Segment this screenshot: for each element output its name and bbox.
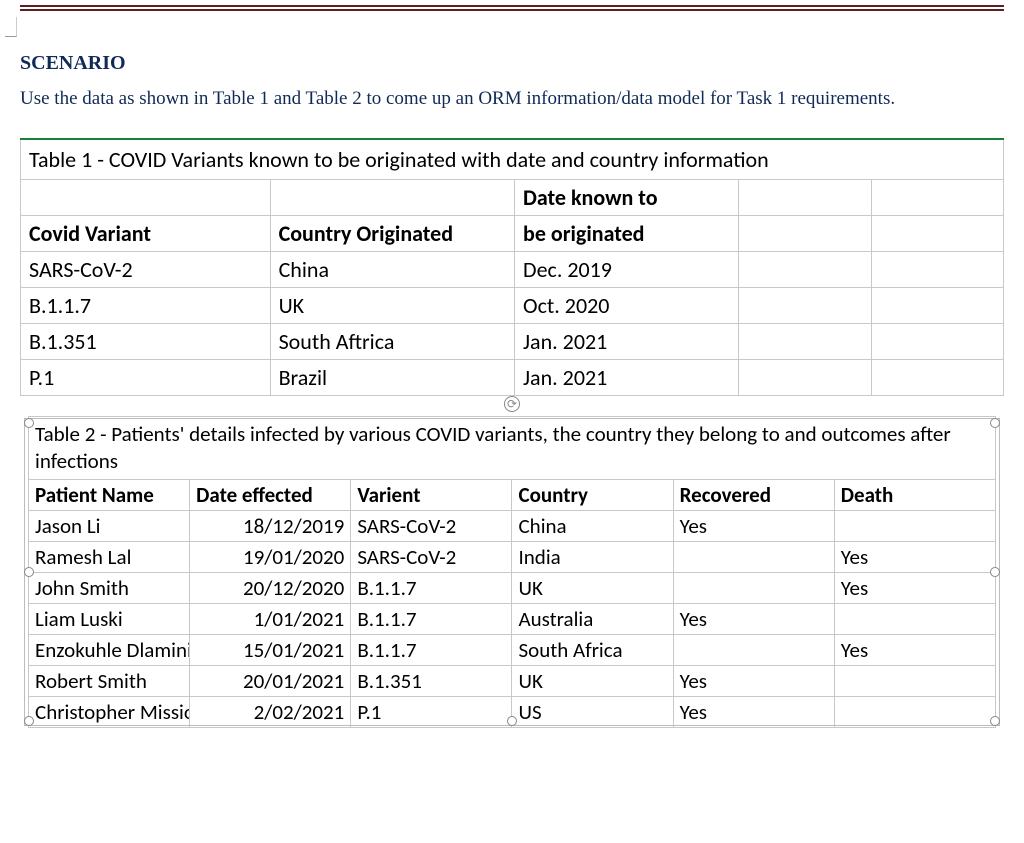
table1-header-blank4 bbox=[739, 179, 871, 215]
cell-date: 2/02/2021 bbox=[190, 697, 351, 728]
table-row: Ramesh Lal 19/01/2020 SARS-CoV-2 India Y… bbox=[29, 542, 996, 573]
table2-header-row: Patient Name Date effected Varient Count… bbox=[29, 480, 996, 511]
table2-header-name: Patient Name bbox=[29, 480, 190, 511]
table1-header-row1: Date known to bbox=[21, 179, 1004, 215]
cell-country: South Africa bbox=[512, 635, 673, 666]
cell-name: Enzokuhle Dlamini bbox=[29, 635, 190, 666]
table-row: P.1 Brazil Jan. 2021 bbox=[21, 359, 1004, 395]
cell-variant: B.1.1.7 bbox=[21, 287, 271, 323]
table-row: Jason Li 18/12/2019 SARS-CoV-2 China Yes bbox=[29, 511, 996, 542]
cell-date: 19/01/2020 bbox=[190, 542, 351, 573]
text-cursor-mark bbox=[5, 17, 17, 37]
table-row: Christopher Mission 2/02/2021 P.1 US Yes bbox=[29, 697, 996, 728]
cell-date: 15/01/2021 bbox=[190, 635, 351, 666]
table1-header-country-blank bbox=[270, 179, 514, 215]
cell-country: US bbox=[512, 697, 673, 728]
cell-death: Yes bbox=[834, 542, 995, 573]
header-rule bbox=[20, 5, 1004, 11]
cell-variant: B.1.1.7 bbox=[351, 604, 512, 635]
cell-country: India bbox=[512, 542, 673, 573]
cell-name: Christopher Mission bbox=[29, 697, 190, 728]
cell-country: UK bbox=[512, 666, 673, 697]
table1-header-variant-blank bbox=[21, 179, 271, 215]
cell-recovered: Yes bbox=[673, 697, 834, 728]
cell-death bbox=[834, 697, 995, 728]
table1-header-date-line2: be originated bbox=[515, 215, 739, 251]
scenario-heading: SCENARIO bbox=[20, 52, 1004, 75]
scenario-intro: Use the data as shown in Table 1 and Tab… bbox=[20, 85, 1004, 113]
cell-death bbox=[834, 666, 995, 697]
table1-title-row: Table 1 - COVID Variants known to be ori… bbox=[21, 139, 1004, 180]
cell-country: UK bbox=[270, 287, 514, 323]
cell-death: Yes bbox=[834, 573, 995, 604]
cell-country: South Aftrica bbox=[270, 323, 514, 359]
table1: Table 1 - COVID Variants known to be ori… bbox=[20, 138, 1004, 396]
table1-header-blank5b bbox=[871, 215, 1003, 251]
table-row: John Smith 20/12/2020 B.1.1.7 UK Yes bbox=[29, 573, 996, 604]
cell-country: Brazil bbox=[270, 359, 514, 395]
document-body: SCENARIO Use the data as shown in Table … bbox=[0, 42, 1024, 758]
table1-header-blank4b bbox=[739, 215, 871, 251]
cell-recovered bbox=[673, 542, 834, 573]
table2-header-variant: Varient bbox=[351, 480, 512, 511]
cell-recovered: Yes bbox=[673, 604, 834, 635]
table2-title-row: Table 2 - Patients' details infected by … bbox=[29, 416, 996, 480]
cell-recovered bbox=[673, 573, 834, 604]
cell-death bbox=[834, 511, 995, 542]
cell-recovered: Yes bbox=[673, 511, 834, 542]
cell-recovered: Yes bbox=[673, 666, 834, 697]
table2-header-date: Date effected bbox=[190, 480, 351, 511]
cell-variant: B.1.1.7 bbox=[351, 573, 512, 604]
table-row: B.1.351 South Aftrica Jan. 2021 bbox=[21, 323, 1004, 359]
cell-name: John Smith bbox=[29, 573, 190, 604]
cell-variant: B.1.1.7 bbox=[351, 635, 512, 666]
table2-header-death: Death bbox=[834, 480, 995, 511]
table2: Table 2 - Patients' details infected by … bbox=[28, 416, 996, 729]
table-row: SARS-CoV-2 China Dec. 2019 bbox=[21, 251, 1004, 287]
cell-date: Oct. 2020 bbox=[515, 287, 739, 323]
rotate-handle-icon[interactable]: ⟳ bbox=[504, 396, 520, 412]
cell-death bbox=[834, 604, 995, 635]
table2-title: Table 2 - Patients' details infected by … bbox=[29, 416, 996, 480]
table-row: Enzokuhle Dlamini 15/01/2021 B.1.1.7 Sou… bbox=[29, 635, 996, 666]
table1-header-country: Country Originated bbox=[270, 215, 514, 251]
cell-date: 18/12/2019 bbox=[190, 511, 351, 542]
cell-date: 1/01/2021 bbox=[190, 604, 351, 635]
cell-name: Liam Luski bbox=[29, 604, 190, 635]
cell-variant: SARS-CoV-2 bbox=[351, 511, 512, 542]
table1-header-date-line1: Date known to bbox=[515, 179, 739, 215]
table1-header-row2: Covid Variant Country Originated be orig… bbox=[21, 215, 1004, 251]
cell-name: Robert Smith bbox=[29, 666, 190, 697]
table1-container: Table 1 - COVID Variants known to be ori… bbox=[20, 138, 1004, 396]
cell-variant: P.1 bbox=[351, 697, 512, 728]
table2-header-recovered: Recovered bbox=[673, 480, 834, 511]
cell-country: UK bbox=[512, 573, 673, 604]
table1-title: Table 1 - COVID Variants known to be ori… bbox=[21, 139, 1004, 180]
cell-name: Jason Li bbox=[29, 511, 190, 542]
cell-variant: B.1.351 bbox=[351, 666, 512, 697]
cell-date: Jan. 2021 bbox=[515, 323, 739, 359]
cell-death: Yes bbox=[834, 635, 995, 666]
table-row: Liam Luski 1/01/2021 B.1.1.7 Australia Y… bbox=[29, 604, 996, 635]
table-row: Robert Smith 20/01/2021 B.1.351 UK Yes bbox=[29, 666, 996, 697]
cell-date: Dec. 2019 bbox=[515, 251, 739, 287]
cell-date: 20/12/2020 bbox=[190, 573, 351, 604]
cell-recovered bbox=[673, 635, 834, 666]
cell-variant: B.1.351 bbox=[21, 323, 271, 359]
cell-variant: P.1 bbox=[21, 359, 271, 395]
cell-country: China bbox=[270, 251, 514, 287]
cell-date: 20/01/2021 bbox=[190, 666, 351, 697]
table1-header-variant: Covid Variant bbox=[21, 215, 271, 251]
table1-header-blank5 bbox=[871, 179, 1003, 215]
cell-country: Australia bbox=[512, 604, 673, 635]
table2-header-country: Country bbox=[512, 480, 673, 511]
cell-name: Ramesh Lal bbox=[29, 542, 190, 573]
table2-container[interactable]: ⟳ Table 2 - Patients' details infected b… bbox=[20, 416, 1004, 729]
cell-date: Jan. 2021 bbox=[515, 359, 739, 395]
cell-country: China bbox=[512, 511, 673, 542]
cell-variant: SARS-CoV-2 bbox=[351, 542, 512, 573]
cell-variant: SARS-CoV-2 bbox=[21, 251, 271, 287]
table-row: B.1.1.7 UK Oct. 2020 bbox=[21, 287, 1004, 323]
